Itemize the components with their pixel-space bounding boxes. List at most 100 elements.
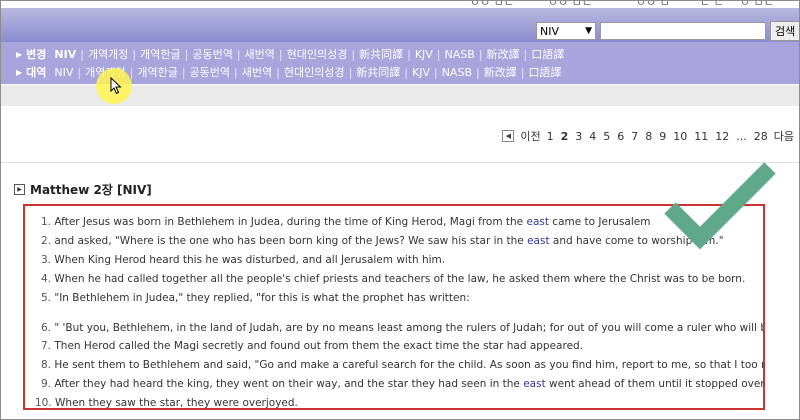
page-link[interactable]: 8 (645, 130, 652, 143)
menu-item-version[interactable]: 개역한글 (140, 46, 180, 62)
menu-item-version[interactable]: KJV (412, 66, 430, 79)
page-link[interactable]: 7 (631, 130, 638, 143)
menu-row-label: 변경 (26, 48, 47, 61)
page-link[interactable]: 12 (715, 130, 729, 143)
menu-separator: | (433, 65, 438, 79)
menu-item-version[interactable]: 새번역 (245, 46, 275, 62)
verse-row: 8. He sent them to Bethlehem and said, "… (41, 359, 763, 371)
verse-row: 10. When they saw the star, they were ov… (35, 397, 298, 409)
previous-link[interactable]: 이전 (520, 128, 540, 144)
page-link[interactable]: 3 (575, 130, 582, 143)
mouse-pointer-icon (110, 77, 122, 95)
page-link[interactable]: 1 (547, 130, 554, 143)
menu-separator: | (77, 65, 82, 79)
menu-item-version[interactable]: NIV (54, 48, 76, 61)
next-link[interactable]: 다음 (774, 128, 794, 144)
verse-number: 9. (41, 378, 52, 390)
verse-number: 4. (41, 273, 52, 285)
verse-number: 7. (41, 340, 52, 352)
menu-item-version[interactable]: 新改譯 (487, 46, 520, 62)
menu-separator: | (236, 47, 241, 61)
chapter-heading: ▶ Matthew 2장 [NIV] (14, 181, 152, 198)
verse-row: 6. " 'But you, Bethlehem, in the land of… (41, 322, 763, 334)
page-link[interactable]: 2 (561, 130, 569, 143)
verse-number: 5. (41, 292, 52, 304)
verse-text: came to Jerusalem (548, 216, 651, 228)
page-link[interactable]: 5 (603, 130, 610, 143)
menu-separator: | (80, 47, 84, 61)
verse-number: 8. (41, 359, 52, 371)
pagination: ◀ 이전 1 2 3 4 5 6 7 8 9 10 11 12... 28 다음 (502, 128, 794, 144)
verse-row: 5. "In Bethlehem in Judea," they replied… (41, 292, 470, 304)
triangle-right-icon: ▶ (16, 49, 23, 59)
menu-separator: | (351, 47, 356, 61)
menu-item-version[interactable]: 口語譯 (528, 64, 561, 80)
version-select[interactable]: NIV ▼ (536, 22, 596, 40)
verse-row: 2. and asked, "Where is the one who has … (41, 235, 724, 247)
page-ellipsis: ... (736, 129, 747, 143)
verse-text: "In Bethlehem in Judea," they replied, "… (54, 292, 470, 304)
menu-item-version[interactable]: KJV (415, 48, 433, 61)
verse-row: 7. Then Herod called the Magi secretly a… (41, 340, 583, 352)
verse-text: When King Herod heard this he was distur… (54, 254, 446, 266)
verse-text: Then Herod called the Magi secretly and … (54, 340, 584, 352)
menu-separator: | (276, 65, 280, 79)
menu-separator: | (348, 65, 353, 79)
page-link[interactable]: 6 (617, 130, 624, 143)
search-button[interactable]: 검색 (770, 21, 800, 41)
menu-separator: | (404, 65, 408, 79)
menu-item-version[interactable]: NASB (442, 66, 472, 79)
page-link[interactable]: 28 (754, 130, 768, 143)
page-link[interactable]: 4 (589, 130, 596, 143)
menu-separator: | (132, 47, 137, 61)
menu-item-version[interactable]: NIV (54, 66, 73, 79)
chapter-title: Matthew 2장 [NIV] (30, 183, 152, 197)
previous-icon[interactable]: ◀ (502, 130, 515, 142)
menu-item-version[interactable]: 공동번역 (190, 64, 230, 80)
menu-separator: | (478, 47, 483, 61)
verse-row: 4. When he had called together all the p… (41, 273, 745, 285)
verse-number: 3. (41, 254, 52, 266)
verse-keyword: east (527, 235, 550, 247)
page-list: 1 2 3 4 5 6 7 8 9 10 11 12... 28 (547, 130, 768, 143)
menu-item-version[interactable]: 개역한글 (137, 64, 177, 80)
menu-item-version[interactable]: 새번역 (242, 64, 272, 80)
verse-text: and asked, "Where is the one who has bee… (54, 235, 528, 247)
search-input[interactable] (600, 22, 766, 40)
menu-separator: | (476, 65, 480, 79)
menu-separator: | (129, 65, 134, 79)
menu-item-version[interactable]: 口語譯 (531, 46, 564, 62)
verse-text: After they had heard the king, they went… (54, 378, 524, 390)
page-link[interactable]: 9 (659, 130, 666, 143)
menu-separator: | (436, 47, 441, 61)
menu-item-version[interactable]: 공동번역 (192, 46, 232, 62)
menu-separator: | (278, 47, 283, 61)
play-icon[interactable]: ▶ (14, 184, 25, 195)
menu-item-version[interactable]: 新共同譯 (359, 46, 403, 62)
menu-row-label: 대역 (26, 66, 47, 79)
verse-text: After Jesus was born in Bethlehem in Jud… (54, 216, 527, 228)
checkmark-icon (664, 162, 776, 250)
verse-text: He sent them to Bethlehem and said, "Go … (54, 359, 763, 371)
verse-text: went ahead of them until it stopped over… (549, 378, 765, 390)
verse-row: 9. After they had heard the king, they w… (41, 378, 765, 390)
verse-text: When he had called together all the peop… (54, 273, 746, 285)
menu-separator: | (520, 65, 525, 79)
page-link[interactable]: 10 (673, 130, 687, 143)
menu-item-version[interactable]: 현대인의성경 (284, 64, 345, 80)
menu-item-version[interactable]: 개역개정 (88, 46, 128, 62)
menu-separator: | (234, 65, 238, 79)
verse-number: 1. (41, 216, 52, 228)
verse-keyword: east (523, 378, 546, 390)
menu-item-version[interactable]: 현대인의성경 (287, 46, 348, 62)
verse-text: " 'But you, Bethlehem, in the land of Ju… (54, 322, 763, 334)
top-nav-cut: ㅇㅇ ㅁㄴ ㅇㅇ ㅁㄴ ㅇㅇ ㅁ ㄷ ㄴ ㅇ ㅁㄴ (0, 0, 800, 9)
menu-item-version[interactable]: NASB (445, 48, 475, 61)
menu-item-version[interactable]: 新改譯 (484, 64, 517, 80)
page-link[interactable]: 11 (694, 130, 708, 143)
search-bar: NIV ▼ 검색 (536, 20, 800, 42)
menu-row-change: ▶ 변경 NIV | 개역개정 | 개역한글 | 공동번역 | 새번역 | 현대인의성경 | 新共同譯 |… (16, 46, 564, 62)
menu-item-version[interactable]: 新共同譯 (356, 64, 400, 80)
verse-list-highlight-box: 1. After Jesus was born in Bethlehem in … (23, 204, 765, 410)
verse-number: 10. (35, 397, 52, 409)
